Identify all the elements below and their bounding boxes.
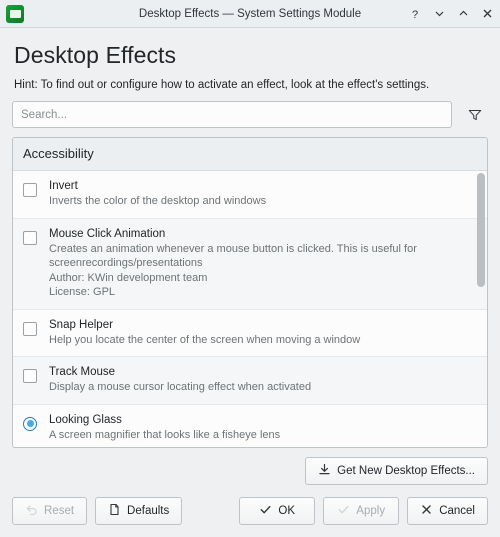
checkbox-icon[interactable] [23, 183, 37, 197]
cancel-button[interactable]: Cancel [407, 497, 488, 525]
effect-description: Display a mouse cursor locating effect w… [49, 381, 312, 394]
effects-list: Accessibility Invert Inverts the color o… [12, 137, 488, 448]
list-item[interactable]: Looking Glass A screen magnifier that lo… [13, 404, 487, 447]
help-icon[interactable]: ? [408, 7, 422, 21]
ok-label: OK [278, 505, 295, 517]
effect-toggle[interactable] [23, 180, 49, 197]
document-icon [108, 503, 121, 519]
effects-scroll-area[interactable]: Invert Inverts the color of the desktop … [13, 171, 487, 447]
effect-description: Inverts the color of the desktop and win… [49, 195, 267, 207]
defaults-button[interactable]: Defaults [95, 497, 183, 525]
search-input[interactable] [12, 101, 452, 128]
reset-label: Reset [44, 505, 75, 517]
list-item[interactable]: Track Mouse Display a mouse cursor locat… [13, 357, 487, 405]
close-icon[interactable] [480, 7, 494, 21]
get-new-label: Get New Desktop Effects... [337, 465, 475, 477]
hint-text: Hint: To find out or configure how to ac… [14, 79, 430, 91]
search-row [12, 101, 488, 128]
effect-author: Author: KWin development team [49, 271, 208, 284]
check-icon [337, 503, 350, 519]
effect-toggle[interactable] [23, 366, 49, 384]
effect-name: Looking Glass [49, 413, 122, 426]
titlebar: Desktop Effects — System Settings Module… [0, 0, 500, 28]
group-header-accessibility: Accessibility [13, 138, 487, 171]
kwin-effects-icon [6, 4, 24, 23]
ok-button[interactable]: OK [239, 497, 316, 525]
defaults-label: Defaults [127, 505, 170, 517]
undo-icon [25, 503, 38, 519]
maximize-icon[interactable] [456, 7, 470, 21]
vertical-scrollbar[interactable] [477, 173, 485, 445]
list-item[interactable]: Mouse Click Animation Creates an animati… [13, 218, 487, 310]
filter-icon[interactable] [462, 102, 488, 128]
download-icon [318, 463, 331, 479]
checkbox-icon[interactable] [23, 321, 37, 336]
effect-name: Snap Helper [49, 318, 113, 331]
check-icon [259, 503, 272, 519]
list-item[interactable]: Snap Helper Help you locate the center o… [13, 309, 487, 358]
dialog-buttons: Reset Defaults OK Apply Cancel [0, 493, 500, 537]
checkbox-icon[interactable] [23, 369, 37, 384]
module-content: Desktop Effects Hint: To find out or con… [0, 28, 500, 493]
apply-button[interactable]: Apply [323, 497, 400, 525]
effect-toggle[interactable] [23, 319, 49, 336]
effect-description: Help you locate the center of the screen… [49, 333, 361, 346]
get-new-row: Get New Desktop Effects... [12, 448, 488, 493]
effect-description: Creates an animation whenever a mouse bu… [49, 242, 417, 270]
effect-toggle[interactable] [23, 414, 49, 431]
effect-name: Invert [49, 180, 78, 192]
scrollbar-thumb[interactable] [477, 173, 485, 288]
close-icon [420, 503, 433, 519]
effect-toggle[interactable] [23, 228, 49, 245]
svg-text:?: ? [412, 9, 418, 20]
radio-icon[interactable] [23, 416, 37, 431]
checkbox-icon[interactable] [23, 230, 37, 245]
desktop-effects-window: Desktop Effects — System Settings Module… [0, 0, 500, 537]
effect-name: Mouse Click Animation [49, 227, 166, 240]
list-item[interactable]: Invert Inverts the color of the desktop … [13, 171, 487, 219]
effect-description: A screen magnifier that looks like a fis… [49, 428, 281, 441]
apply-label: Apply [356, 505, 386, 517]
get-new-desktop-effects-button[interactable]: Get New Desktop Effects... [305, 457, 488, 485]
effect-name: Track Mouse [49, 366, 116, 379]
reset-button[interactable]: Reset [12, 497, 88, 525]
window-controls: ? [408, 7, 494, 21]
minimize-icon[interactable] [432, 7, 446, 21]
cancel-label: Cancel [439, 505, 475, 517]
page-title: Desktop Effects [14, 42, 177, 68]
effect-license: License: GPL [49, 286, 116, 299]
